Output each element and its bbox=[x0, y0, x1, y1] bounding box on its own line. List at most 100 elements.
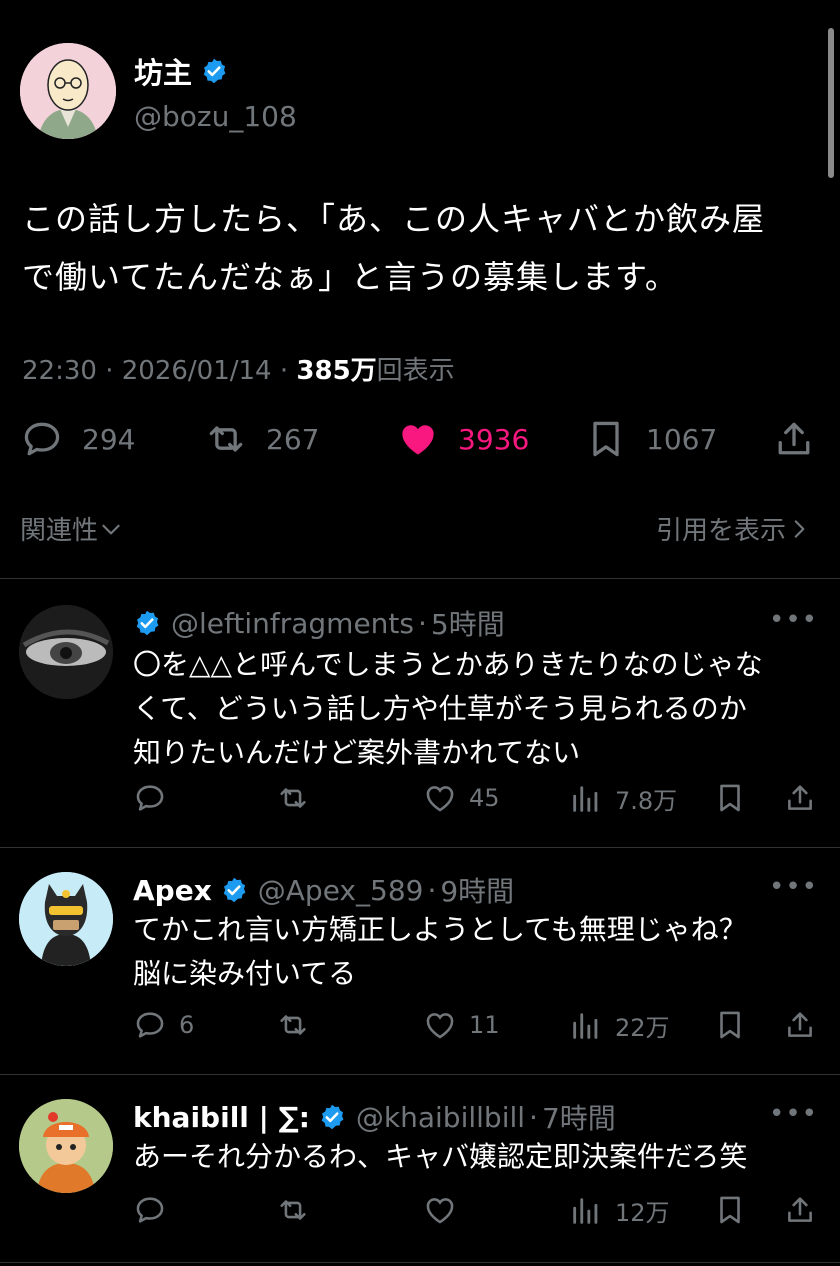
tweet-meta: 22:30 · 2026/01/14 · 385万回表示 bbox=[22, 356, 455, 386]
reply-text-line: あーそれ分かるわ、キャバ嬢認定即決案件だろ笑 bbox=[133, 1140, 748, 1173]
sort-relevance-dropdown[interactable]: 関連性 bbox=[20, 510, 124, 547]
tweet-author[interactable]: 坊主 @bozu_108 bbox=[20, 43, 297, 139]
like-button[interactable]: 45 bbox=[423, 781, 500, 815]
views-button[interactable]: 12万 bbox=[569, 1193, 670, 1228]
tweet-date[interactable]: 2026/01/14 bbox=[122, 356, 272, 386]
verified-icon bbox=[133, 609, 161, 637]
retweet-button[interactable]: 267 bbox=[204, 417, 319, 461]
reply-count: 294 bbox=[82, 422, 136, 456]
views-button[interactable]: 22万 bbox=[569, 1008, 670, 1043]
bookmark-button[interactable]: 1067 bbox=[584, 417, 717, 461]
avatar[interactable] bbox=[19, 1099, 113, 1193]
more-icon[interactable]: ••• bbox=[769, 872, 818, 902]
like-count: 45 bbox=[469, 784, 500, 812]
reply-handle[interactable]: @Apex_589 bbox=[258, 874, 424, 907]
view-quotes-link[interactable]: 引用を表示 bbox=[656, 510, 812, 547]
reply-actions: 45 7.8万 bbox=[133, 781, 823, 821]
retweet-icon bbox=[280, 788, 306, 808]
tweet-time[interactable]: 22:30 bbox=[22, 356, 97, 386]
author-name[interactable]: 坊主 bbox=[134, 50, 192, 92]
reply-handle[interactable]: @leftinfragments bbox=[171, 607, 414, 640]
bookmark-button[interactable] bbox=[713, 781, 747, 815]
view-count: 22万 bbox=[615, 1014, 670, 1042]
reply-text-line: てかこれ言い方矯正しようとしても無理じゃね？ bbox=[133, 913, 747, 946]
bookmark-icon bbox=[720, 1011, 740, 1039]
like-button[interactable]: 11 bbox=[423, 1008, 500, 1042]
tweet-text: この話し方したら、「あ、この人キャバとか飲み屋 で働いてたんだなぁ」と言うの募集… bbox=[22, 190, 822, 306]
bookmark-button[interactable] bbox=[713, 1008, 747, 1042]
reply-text-line: くて、どういう話し方や仕草がそう見られるのか bbox=[133, 692, 747, 725]
more-icon[interactable]: ••• bbox=[769, 1099, 818, 1129]
views-button[interactable]: 7.8万 bbox=[569, 781, 677, 816]
retweet-count: 267 bbox=[266, 422, 320, 456]
reply-text-line: 知りたいんだけど案外書かれてない bbox=[133, 736, 581, 769]
share-icon bbox=[788, 1012, 812, 1037]
retweet-icon bbox=[209, 426, 243, 452]
share-button[interactable] bbox=[772, 417, 816, 461]
avatar[interactable] bbox=[20, 43, 116, 139]
share-button[interactable] bbox=[783, 1008, 817, 1042]
reply-text: あーそれ分かるわ、キャバ嬢認定即決案件だろ笑 bbox=[133, 1135, 833, 1179]
bookmark-button[interactable] bbox=[713, 1193, 747, 1227]
author-handle[interactable]: @bozu_108 bbox=[134, 100, 297, 133]
reply-item[interactable]: @leftinfragments · 5時間 ••• 〇を△△と呼んでしまうとか… bbox=[0, 579, 840, 847]
reply-button[interactable] bbox=[133, 781, 179, 815]
reply-name[interactable]: Apex bbox=[133, 874, 212, 907]
divider bbox=[0, 1262, 840, 1263]
reply-icon bbox=[24, 422, 60, 456]
share-button[interactable] bbox=[783, 781, 817, 815]
reply-text: 〇を△△と呼んでしまうとかありきたりなのじゃな くて、どういう話し方や仕草がそう… bbox=[133, 643, 813, 775]
avatar[interactable] bbox=[19, 872, 113, 966]
reply-item[interactable]: Apex @Apex_589 · 9時間 ••• てかこれ言い方矯正しようとして… bbox=[0, 848, 840, 1074]
tweet-actions: 294 267 3936 1067 bbox=[20, 417, 820, 465]
share-button[interactable] bbox=[783, 1193, 817, 1227]
views-icon bbox=[573, 785, 598, 812]
bookmark-icon bbox=[720, 1196, 740, 1224]
retweet-icon bbox=[280, 1200, 306, 1220]
reply-text: てかこれ言い方矯正しようとしても無理じゃね？ 脳に染み付いてる bbox=[133, 908, 813, 996]
heart-icon bbox=[426, 786, 454, 812]
bookmark-icon bbox=[593, 421, 619, 457]
reply-icon bbox=[136, 785, 164, 811]
view-label: 回表示 bbox=[376, 356, 455, 386]
reply-age[interactable]: 9時間 bbox=[440, 870, 514, 910]
reply-button[interactable]: 6 bbox=[133, 1008, 194, 1042]
bookmark-icon bbox=[720, 784, 740, 812]
share-icon bbox=[778, 422, 810, 455]
retweet-button[interactable] bbox=[276, 1008, 322, 1042]
like-button[interactable] bbox=[423, 1193, 469, 1227]
tweet-text-line: で働いてたんだなぁ」と言うの募集します。 bbox=[22, 258, 678, 296]
reply-count: 6 bbox=[179, 1011, 195, 1039]
views-icon bbox=[573, 1012, 598, 1039]
more-icon[interactable]: ••• bbox=[769, 605, 818, 635]
verified-icon bbox=[200, 57, 228, 85]
views-icon bbox=[573, 1197, 598, 1224]
reply-button[interactable] bbox=[133, 1193, 179, 1227]
like-count: 11 bbox=[469, 1011, 500, 1039]
reply-handle[interactable]: @khaibillbill bbox=[356, 1101, 525, 1134]
reply-name[interactable]: khaibill | ∑: bbox=[133, 1101, 310, 1134]
verified-icon bbox=[318, 1103, 346, 1131]
like-button[interactable]: 3936 bbox=[396, 417, 529, 461]
heart-icon bbox=[402, 425, 434, 455]
retweet-button[interactable] bbox=[276, 1193, 322, 1227]
reply-icon bbox=[136, 1197, 164, 1223]
tweet-text-line: この話し方したら、「あ、この人キャバとか飲み屋 bbox=[22, 200, 766, 238]
reply-age[interactable]: 7時間 bbox=[542, 1097, 616, 1137]
scrollbar[interactable] bbox=[828, 28, 834, 178]
reply-button[interactable]: 294 bbox=[20, 417, 135, 461]
like-count: 3936 bbox=[458, 422, 530, 456]
view-count: 385万 bbox=[296, 356, 377, 386]
reply-age[interactable]: 5時間 bbox=[431, 603, 505, 643]
retweet-button[interactable] bbox=[276, 781, 322, 815]
verified-icon bbox=[220, 876, 248, 904]
reply-text-line: 〇を△△と呼んでしまうとかありきたりなのじゃな bbox=[133, 648, 763, 681]
reply-text-line: 脳に染み付いてる bbox=[133, 957, 357, 990]
heart-icon bbox=[426, 1013, 454, 1039]
share-icon bbox=[788, 785, 812, 810]
quotes-label: 引用を表示 bbox=[655, 516, 786, 546]
chevron-right-icon bbox=[794, 519, 805, 538]
avatar[interactable] bbox=[19, 605, 113, 699]
reply-item[interactable]: khaibill | ∑: @khaibillbill · 7時間 ••• あー… bbox=[0, 1075, 840, 1266]
reply-actions: 6 11 22万 bbox=[133, 1008, 823, 1048]
